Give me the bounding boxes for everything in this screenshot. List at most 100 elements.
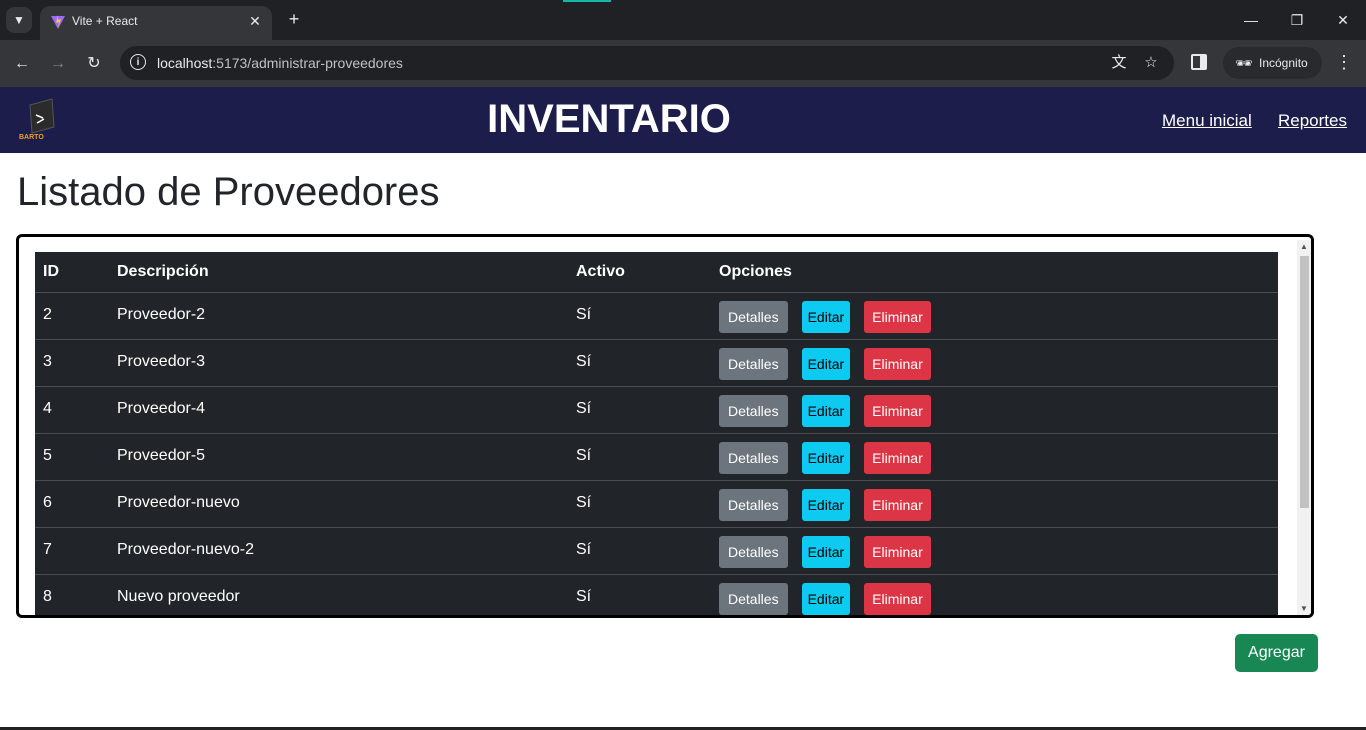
address-bar[interactable]: i localhost:5173/administrar-proveedores… — [120, 46, 1174, 80]
cell-activo: Sí — [568, 292, 711, 340]
cell-id: 5 — [35, 433, 109, 481]
incognito-badge[interactable]: 🕶 Incógnito — [1223, 47, 1322, 79]
cell-id: 3 — [35, 339, 109, 387]
minimize-icon[interactable]: — — [1236, 8, 1266, 32]
delete-button[interactable]: Eliminar — [864, 583, 931, 615]
url-host: localhost — [157, 55, 213, 71]
url-path: :5173/administrar-proveedores — [212, 55, 403, 71]
cell-opciones: Detalles Editar Eliminar — [711, 339, 1278, 387]
details-button[interactable]: Detalles — [719, 301, 788, 333]
cell-opciones: Detalles Editar Eliminar — [711, 386, 1278, 434]
browser-toolbar: ← → ↻ i localhost:5173/administrar-prove… — [0, 40, 1366, 87]
scroll-up-arrow-icon[interactable]: ▲ — [1297, 240, 1311, 254]
add-button[interactable]: Agregar — [1235, 634, 1318, 672]
cell-activo: Sí — [568, 480, 711, 528]
browser-tab[interactable]: Vite + React ✕ — [40, 6, 272, 40]
delete-button[interactable]: Eliminar — [864, 395, 931, 427]
cell-opciones: Detalles Editar Eliminar — [711, 574, 1278, 615]
scroll-down-arrow-icon[interactable]: ▼ — [1297, 602, 1311, 615]
star-icon[interactable]: ☆ — [1142, 54, 1160, 72]
nav-link-reportes[interactable]: Reportes — [1278, 111, 1347, 131]
table-container: ID Descripción Activo Opciones 2 Proveedo… — [16, 234, 1314, 618]
edit-button[interactable]: Editar — [801, 536, 851, 568]
column-header-descripcion: Descripción — [109, 252, 568, 293]
details-button[interactable]: Detalles — [719, 536, 788, 568]
cell-opciones: Detalles Editar Eliminar — [711, 292, 1278, 340]
edit-button[interactable]: Editar — [801, 489, 851, 521]
cell-descripcion: Proveedor-nuevo-2 — [109, 527, 568, 575]
cell-descripcion: Proveedor-5 — [109, 433, 568, 481]
new-tab-plus-icon[interactable]: + — [284, 9, 304, 29]
table-header-row: ID Descripción Activo Opciones — [35, 252, 1278, 293]
translate-icon[interactable]: 文 — [1110, 54, 1128, 72]
nav-link-menu-inicial[interactable]: Menu inicial — [1162, 111, 1252, 131]
providers-table: ID Descripción Activo Opciones 2 Proveedo… — [35, 252, 1278, 615]
cell-id: 8 — [35, 574, 109, 615]
table-row: 7 Proveedor-nuevo-2 Sí Detalles Editar Elimin… — [35, 527, 1278, 575]
table-scroll-area[interactable]: ID Descripción Activo Opciones 2 Proveedo… — [35, 252, 1278, 615]
cell-activo: Sí — [568, 339, 711, 387]
app-header: BARTO INVENTARIO Menu inicial Reportes — [0, 87, 1366, 153]
column-header-id: ID — [35, 252, 109, 293]
cell-opciones: Detalles Editar Eliminar — [711, 527, 1278, 575]
delete-button[interactable]: Eliminar — [864, 301, 931, 333]
url-text[interactable]: localhost:5173/administrar-proveedores — [157, 55, 403, 71]
edit-button[interactable]: Editar — [801, 395, 851, 427]
cell-id: 4 — [35, 386, 109, 434]
table-row: 4 Proveedor-4 Sí Detalles Editar Eliminar — [35, 386, 1278, 434]
cell-activo: Sí — [568, 386, 711, 434]
column-header-activo: Activo — [568, 252, 711, 293]
details-button[interactable]: Detalles — [719, 442, 788, 474]
side-panel-icon[interactable] — [1191, 54, 1207, 70]
tab-search-chevron-down-icon[interactable]: ▼ — [6, 7, 32, 33]
cell-id: 7 — [35, 527, 109, 575]
edit-button[interactable]: Editar — [801, 301, 851, 333]
cell-activo: Sí — [568, 574, 711, 615]
cell-opciones: Detalles Editar Eliminar — [711, 480, 1278, 528]
tab-title: Vite + React — [72, 14, 138, 28]
vite-favicon-icon — [51, 15, 65, 29]
details-button[interactable]: Detalles — [719, 395, 788, 427]
top-accent-bar — [563, 0, 611, 2]
edit-button[interactable]: Editar — [801, 442, 851, 474]
table-row: 2 Proveedor-2 Sí Detalles Editar Eliminar — [35, 292, 1278, 340]
table-scrollbar[interactable]: ▲ ▼ — [1297, 240, 1311, 615]
table-row: 3 Proveedor-3 Sí Detalles Editar Eliminar — [35, 339, 1278, 387]
details-button[interactable]: Detalles — [719, 489, 788, 521]
table-body: 2 Proveedor-2 Sí Detalles Editar Eliminar 3 Pro… — [35, 292, 1278, 615]
incognito-icon: 🕶 — [1235, 55, 1253, 71]
table-row: 5 Proveedor-5 Sí Detalles Editar Eliminar — [35, 433, 1278, 481]
delete-button[interactable]: Eliminar — [864, 536, 931, 568]
back-icon[interactable]: ← — [10, 52, 34, 76]
tab-close-icon[interactable]: ✕ — [246, 12, 264, 30]
cell-opciones: Detalles Editar Eliminar — [711, 433, 1278, 481]
incognito-label: Incógnito — [1259, 56, 1308, 70]
page-title: Listado de Proveedores — [17, 170, 440, 214]
app-title: INVENTARIO — [487, 97, 731, 141]
delete-button[interactable]: Eliminar — [864, 442, 931, 474]
edit-button[interactable]: Editar — [801, 583, 851, 615]
cell-descripcion: Proveedor-2 — [109, 292, 568, 340]
cell-id: 2 — [35, 292, 109, 340]
delete-button[interactable]: Eliminar — [864, 489, 931, 521]
scrollbar-thumb[interactable] — [1300, 256, 1309, 508]
cell-descripcion: Proveedor-4 — [109, 386, 568, 434]
forward-icon[interactable]: → — [46, 52, 70, 76]
close-window-icon[interactable]: ✕ — [1328, 8, 1358, 32]
edit-button[interactable]: Editar — [801, 348, 851, 380]
cell-descripcion: Proveedor-nuevo — [109, 480, 568, 528]
column-header-opciones: Opciones — [711, 252, 1278, 293]
cell-descripcion: Nuevo proveedor — [109, 574, 568, 615]
details-button[interactable]: Detalles — [719, 348, 788, 380]
details-button[interactable]: Detalles — [719, 583, 788, 615]
restore-icon[interactable]: ❐ — [1282, 8, 1312, 32]
cell-activo: Sí — [568, 433, 711, 481]
table-row: 6 Proveedor-nuevo Sí Detalles Editar Eliminar — [35, 480, 1278, 528]
table-row: 8 Nuevo proveedor Sí Detalles Editar Eliminar — [35, 574, 1278, 615]
cell-activo: Sí — [568, 527, 711, 575]
menu-dots-icon[interactable]: ⋮ — [1334, 52, 1354, 72]
cell-id: 6 — [35, 480, 109, 528]
info-icon[interactable]: i — [130, 54, 146, 70]
reload-icon[interactable]: ↻ — [82, 52, 106, 76]
delete-button[interactable]: Eliminar — [864, 348, 931, 380]
